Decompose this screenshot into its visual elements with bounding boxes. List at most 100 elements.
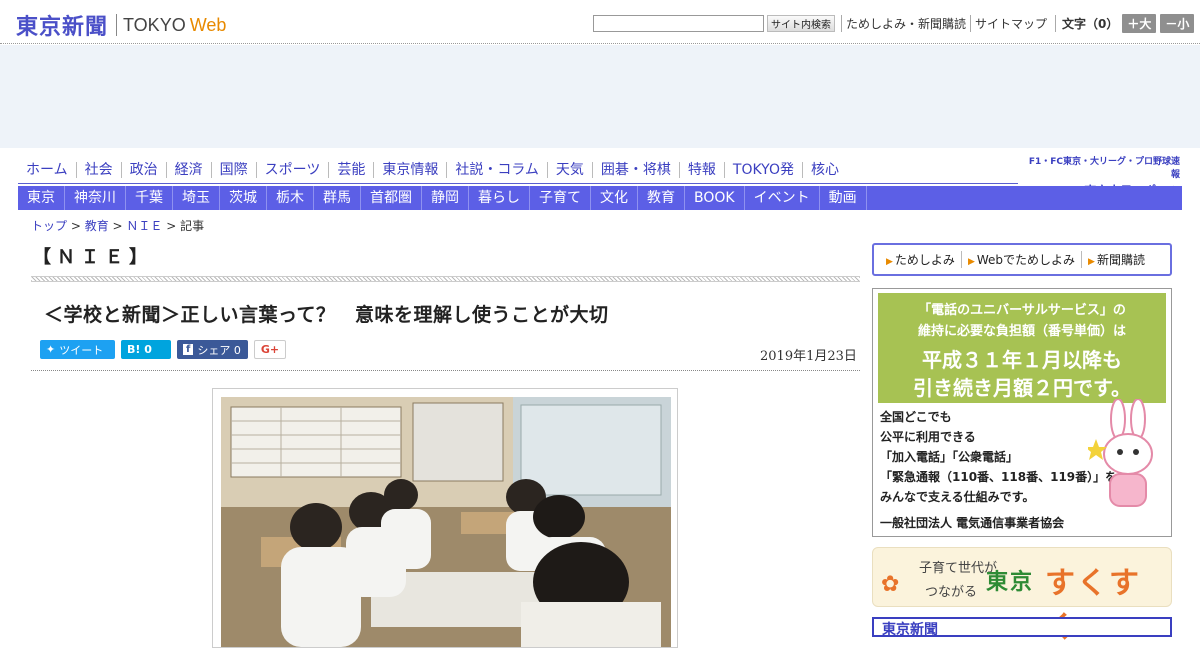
local-nav-metro[interactable]: 首都圏 (361, 186, 422, 210)
nav-politics[interactable]: 政治 (120, 162, 166, 178)
font-size-up-button[interactable]: ＋大 (1122, 14, 1157, 33)
web-trial-read-link[interactable]: ▶ Webでためしよみ (960, 251, 1081, 268)
article-photo-frame (212, 388, 678, 648)
ad-green-panel: 「電話のユニバーサルサービス」の 維持に必要な負担額（番号単価）は 平成３１年１… (878, 293, 1166, 403)
facebook-share-button[interactable]: f シェア 0 (177, 340, 248, 359)
ad-line-1: 「電話のユニバーサルサービス」の (918, 303, 1126, 318)
ad-body-line: 「緊急通報（110番、118番、119番）」を (880, 470, 1118, 484)
site-search-button[interactable]: サイト内検索 (767, 15, 835, 32)
ad-body-line: みんなで支える仕組みです。 (880, 490, 1035, 504)
sukusuku-tagline-2: つながる (925, 585, 978, 600)
local-nav-education[interactable]: 教育 (638, 186, 685, 210)
ad-footer: 一般社団法人 電気通信事業者協会 (880, 516, 1065, 530)
subscribe-link[interactable]: ▶ 新聞購読 (1081, 251, 1151, 268)
google-plus-button[interactable]: G+ (254, 340, 286, 359)
local-nav-living[interactable]: 暮らし (469, 186, 530, 210)
trial-read-link[interactable]: ▶ ためしよみ (880, 251, 961, 268)
nav-tokyo-hatsu[interactable]: TOKYO発 (723, 162, 802, 178)
breadcrumb-current: 記事 (180, 219, 205, 233)
twitter-icon: ✦ (46, 343, 56, 356)
arrow-right-icon: ▶ (967, 257, 975, 267)
logo-tokyo-text[interactable]: TOKYO (123, 15, 186, 36)
universal-service-ad[interactable]: 「電話のユニバーサルサービス」の 維持に必要な負担額（番号単価）は 平成３１年１… (872, 288, 1172, 537)
font-size-down-button[interactable]: －小 (1160, 14, 1195, 33)
local-nav-tokyo[interactable]: 東京 (18, 186, 65, 210)
arrow-right-icon: ▶ (886, 257, 893, 267)
local-nav-tochigi[interactable]: 栃木 (267, 186, 314, 210)
trial-read-label: ためしよみ (894, 253, 955, 267)
rabbit-mascot-icon (1088, 399, 1153, 507)
nav-international[interactable]: 国際 (210, 162, 256, 178)
ad-body-line: 「加入電話」「公衆電話」 (880, 450, 1019, 464)
nav-editorial-column[interactable]: 社説・コラム (446, 162, 547, 178)
nav-home[interactable]: ホーム (18, 162, 76, 178)
article-divider (31, 370, 860, 371)
hatena-bookmark-button[interactable]: B! 0 (121, 340, 171, 359)
breadcrumb-top[interactable]: トップ (31, 219, 67, 233)
local-nav-chiba[interactable]: 千葉 (126, 186, 173, 210)
article-headline: ＜学校と新聞＞正しい言葉って？ 意味を理解し使うことが大切 (44, 304, 609, 326)
google-plus-label: G+ (260, 343, 280, 356)
nav-sports[interactable]: スポーツ (255, 162, 329, 178)
ad-line-3: 平成３１年１月以降も (922, 348, 1122, 372)
tweet-label: ツイート (59, 343, 104, 357)
logo-web-text[interactable]: Web (190, 15, 227, 36)
subscription-links: ▶ ためしよみ ▶ Webでためしよみ ▶ 新聞購読 (872, 243, 1172, 276)
site-search-input[interactable] (593, 15, 764, 32)
breadcrumb-education[interactable]: 教育 (85, 219, 109, 233)
nav-weather[interactable]: 天気 (546, 162, 592, 178)
trial-subscribe-link[interactable]: ためしよみ・新聞購読 (841, 15, 970, 32)
tokyo-shimbun-ad[interactable]: 東京新聞 (872, 617, 1172, 637)
local-nav-shizuoka[interactable]: 静岡 (422, 186, 469, 210)
site-logo[interactable]: 東京新聞 TOKYO Web (16, 9, 226, 41)
subscribe-label: 新聞購読 (1096, 253, 1145, 267)
breadcrumb-nie[interactable]: ＮＩＥ (126, 219, 162, 233)
nav-special-report[interactable]: 特報 (678, 162, 724, 178)
local-nav-book[interactable]: BOOK (685, 186, 745, 210)
nav-economy[interactable]: 経済 (165, 162, 211, 178)
local-nav-parenting[interactable]: 子育て (530, 186, 591, 210)
nav-entertainment[interactable]: 芸能 (328, 162, 373, 178)
top-ad-area (0, 45, 1200, 148)
web-trial-read-label: Webでためしよみ (976, 253, 1076, 267)
local-nav-culture[interactable]: 文化 (591, 186, 638, 210)
header-tools: サイト内検索 ためしよみ・新聞購読 サイトマップ 文字（0） ＋大 －小 (593, 14, 1195, 33)
article-date: 2019年1月23日 (760, 349, 857, 364)
sitemap-link[interactable]: サイトマップ (970, 15, 1051, 32)
site-header: 東京新聞 TOKYO Web サイト内検索 ためしよみ・新聞購読 サイトマップ … (0, 0, 1200, 44)
tweet-button[interactable]: ✦ ツイート (40, 340, 115, 359)
section-divider (31, 276, 860, 282)
local-nav-event[interactable]: イベント (745, 186, 820, 210)
local-nav: 東京 神奈川 千葉 埼玉 茨城 栃木 群馬 首都圏 静岡 暮らし 子育て 文化 … (18, 186, 1182, 210)
ad-body-line: 公平に利用できる (880, 430, 976, 444)
nav-tokyo-info[interactable]: 東京情報 (373, 162, 446, 178)
nav-underline (18, 183, 1018, 184)
ad-line-4: 引き続き月額２円です。 (913, 376, 1131, 400)
breadcrumb: トップ > 教育 > ＮＩＥ > 記事 (31, 217, 204, 234)
local-nav-video[interactable]: 動画 (820, 186, 867, 210)
tokyo-sukusuku-ad[interactable]: ✿ 子育て世代が つながる 東京 すくすく (872, 547, 1172, 645)
nav-core[interactable]: 核心 (801, 162, 847, 178)
local-nav-kanagawa[interactable]: 神奈川 (65, 186, 126, 210)
ad-body: 全国どこでも 公平に利用できる 「加入電話」「公衆電話」 「緊急通報（110番、… (880, 407, 1117, 507)
local-nav-gunma[interactable]: 群馬 (314, 186, 361, 210)
nav-society[interactable]: 社会 (75, 162, 121, 178)
breadcrumb-separator: > (67, 219, 85, 233)
flower-icon: ✿ (881, 572, 900, 597)
facebook-icon: f (183, 344, 194, 355)
article-photo[interactable] (221, 397, 671, 647)
ad-body-line: 全国どこでも (880, 410, 952, 424)
logo-divider (116, 14, 118, 36)
arrow-right-icon: ▶ (1088, 257, 1095, 267)
section-title: 【ＮＩＥ】 (33, 247, 153, 268)
hatena-label: B! 0 (127, 343, 152, 356)
ad-line-2: 維持に必要な負担額（番号単価）は (917, 324, 1126, 339)
main-nav: ホーム 社会 政治 経済 国際 スポーツ 芸能 東京情報 社説・コラム 天気 囲… (18, 158, 847, 182)
nav-go-shogi[interactable]: 囲碁・将棋 (591, 162, 679, 178)
logo-tokyo-shimbun[interactable]: 東京新聞 (16, 9, 108, 41)
font-size-label: 文字（0） (1055, 15, 1118, 32)
local-nav-ibaraki[interactable]: 茨城 (220, 186, 267, 210)
facebook-share-label: シェア 0 (197, 343, 241, 357)
local-nav-saitama[interactable]: 埼玉 (173, 186, 220, 210)
chunichi-sports-subtitle: F1・FC東京・大リーグ・プロ野球速報 (1028, 157, 1180, 180)
